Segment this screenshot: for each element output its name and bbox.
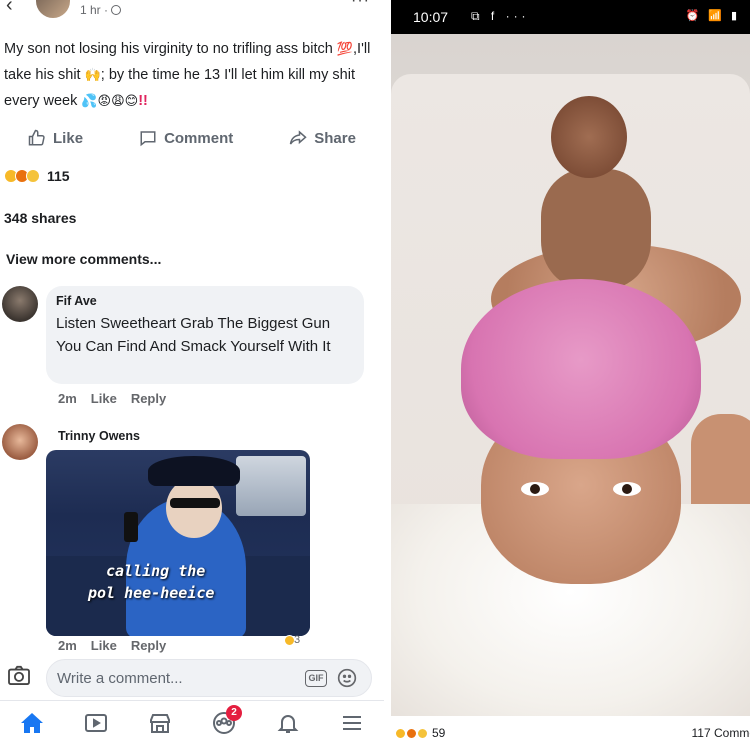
haha-reaction-icon [417, 727, 428, 739]
pink-towel [461, 279, 701, 459]
trailing-emoji-icons: 💦😡😩😊 [81, 93, 139, 108]
comment-time: 2m [58, 391, 77, 406]
thumbs-up-icon [28, 129, 45, 146]
commenter-name[interactable]: Trinny Owens [58, 429, 140, 443]
home-icon[interactable] [20, 711, 44, 735]
post-timestamp: 1 hr · [80, 3, 122, 17]
reaction-icons [4, 169, 40, 183]
share-label: Share [314, 129, 356, 147]
notification-badge: 2 [226, 705, 242, 721]
sad-reaction-icon [395, 727, 406, 739]
meme-phone [124, 512, 138, 542]
panel-divider [384, 0, 391, 745]
comment-text: Listen Sweetheart Grab The Biggest Gun Y… [56, 315, 331, 355]
meme-hat [148, 456, 240, 486]
haha-reaction-icon [26, 169, 40, 183]
like-label: Like [53, 129, 84, 147]
photo-reactions[interactable]: 59 [395, 726, 445, 740]
photo-child-body [541, 169, 651, 289]
status-notification-icons: ⧉ f ··· [471, 9, 530, 23]
timestamp-text: 1 hr · [80, 3, 109, 17]
camera-icon[interactable] [8, 665, 30, 685]
comment-time: 2m [58, 638, 77, 653]
meme-sunglasses [170, 498, 220, 508]
share-arrow-icon [290, 130, 307, 145]
photo-child-head [551, 96, 627, 178]
emoji-smile-icon[interactable] [337, 668, 357, 688]
comment-reply-button[interactable]: Reply [131, 638, 166, 653]
comment-like-button[interactable]: Like [91, 391, 117, 406]
more-options-icon[interactable]: ··· [351, 0, 370, 10]
gif-icon[interactable]: GIF [305, 670, 327, 687]
comment-placeholder: Write a comment... [57, 670, 183, 687]
view-more-comments-link[interactable]: View more comments... [6, 251, 161, 267]
photo-eye-left [521, 482, 549, 496]
bell-icon[interactable] [276, 711, 300, 735]
photo-footer: 59 117 Comme [391, 716, 750, 745]
comment-input[interactable]: Write a comment... GIF [46, 659, 372, 697]
right-screenshot: 10:07 ⧉ f ··· ⏰ 📶 ▮ 59 117 Comme [391, 0, 750, 745]
post-reactions[interactable]: 115 [4, 168, 70, 184]
photo-eye-right [613, 482, 641, 496]
comment-reply-button[interactable]: Reply [131, 391, 166, 406]
share-button[interactable]: Share [289, 129, 356, 147]
comment-bubble: Fif Ave Listen Sweetheart Grab The Bigge… [46, 286, 364, 384]
comment-meta: 2m Like Reply [58, 391, 166, 406]
watch-video-icon[interactable] [84, 711, 108, 735]
marketplace-icon[interactable] [148, 711, 172, 735]
reaction-count: 115 [47, 168, 70, 184]
commenter-avatar[interactable] [2, 424, 38, 460]
meme-caption: calling the pol hee-heeice [60, 560, 310, 604]
comment-label: Comment [164, 129, 234, 147]
raised-hands-emoji-icon: 🙌 [84, 67, 101, 82]
post-header: ‹ 1 hr · ··· [0, 0, 384, 24]
comment-bubble-icon [140, 131, 156, 147]
post-text-part1: My son not losing his virginity to no tr… [4, 41, 337, 57]
commenter-avatar[interactable] [2, 286, 38, 322]
like-button[interactable]: Like [28, 129, 83, 147]
groups-nav-item[interactable]: 2 [212, 705, 242, 735]
angry-reaction-icon [406, 727, 417, 739]
comment-reaction-count: 3 [294, 634, 301, 646]
back-arrow-icon[interactable]: ‹ [6, 0, 13, 17]
meme-caption-line1: calling the [106, 562, 206, 580]
meme-face [166, 478, 222, 538]
hundred-emoji-icon: 💯 [336, 41, 354, 56]
meme-caption-line2: pol hee-heeice [88, 584, 215, 602]
status-system-icons: ⏰ 📶 ▮ [685, 10, 740, 22]
bottom-nav: 2 [0, 700, 384, 745]
photo-reaction-count: 59 [432, 726, 446, 740]
meme-image[interactable]: calling the pol hee-heeice [46, 450, 310, 636]
post-text: My son not losing his virginity to no tr… [4, 36, 376, 114]
comment-reactions[interactable]: 3 [284, 634, 300, 646]
globe-icon [111, 5, 122, 15]
comment-like-button[interactable]: Like [91, 638, 117, 653]
left-screenshot: ‹ 1 hr · ··· My son not losing his virgi… [0, 0, 384, 745]
status-bar: 10:07 ⧉ f ··· ⏰ 📶 ▮ [391, 0, 750, 34]
comment-composer: Write a comment... GIF [0, 655, 384, 699]
menu-icon[interactable] [340, 711, 364, 735]
meme-window [236, 456, 306, 516]
comment-meta: 2m Like Reply [58, 638, 166, 653]
shares-count[interactable]: 348 shares [4, 210, 76, 226]
comment-button[interactable]: Comment [139, 129, 233, 147]
post-actions: Like Comment Share [0, 124, 384, 152]
bath-photo[interactable] [391, 34, 750, 716]
poster-avatar[interactable] [36, 0, 70, 18]
status-clock: 10:07 [413, 9, 449, 25]
photo-comments-count[interactable]: 117 Comme [692, 726, 750, 740]
double-exclamation: !! [138, 93, 148, 109]
commenter-name[interactable]: Fif Ave [56, 294, 354, 308]
